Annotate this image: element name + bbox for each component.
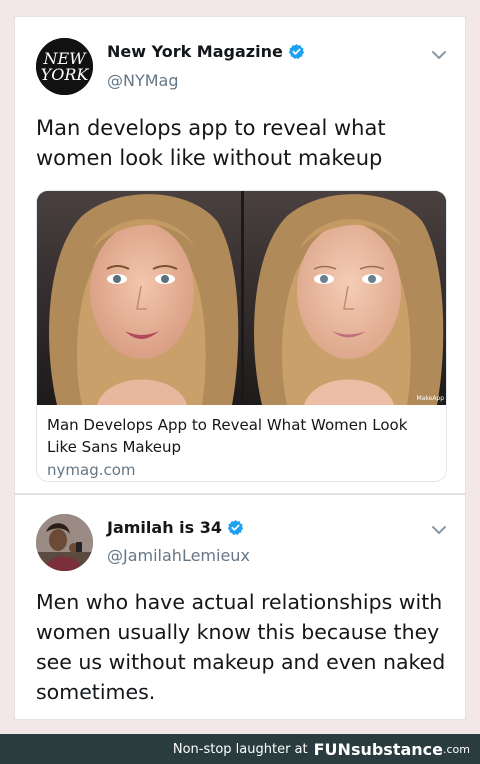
handle[interactable]: @NYMag <box>107 71 179 90</box>
avatar-nymag[interactable]: NEW YORK <box>36 38 93 95</box>
side-by-side-portrait-image <box>37 191 446 405</box>
link-domain[interactable]: nymag.com <box>47 461 136 479</box>
footer-brand-substance: substance <box>350 739 443 759</box>
footer-brand-tld: .com <box>443 742 470 756</box>
tweet-text: Man develops app to reveal what women lo… <box>36 116 386 170</box>
link-preview-card[interactable]: MakeApp Man Develops App to Reveal What … <box>36 190 447 482</box>
avatar-jamilah[interactable] <box>36 514 93 571</box>
tweet-card-nymag[interactable]: NEW YORK New York Magazine @NYMag Man de… <box>14 16 466 494</box>
verified-badge-icon <box>288 44 304 59</box>
footer-brand-fun: FUN <box>313 739 351 759</box>
display-name[interactable]: New York Magazine <box>107 42 283 61</box>
avatar-text-line2: YORK <box>41 65 90 84</box>
footer-watermark-bar: Non-stop laughter at FUN substance .com <box>0 734 480 764</box>
nymag-logo-icon: NEW YORK <box>36 38 93 95</box>
tweet-text: Men who have actual relationships with w… <box>36 590 446 704</box>
user-photo-icon <box>36 514 93 571</box>
author-row: Jamilah is 34 <box>107 518 244 537</box>
verified-badge-icon <box>227 520 244 535</box>
image-watermark: MakeApp <box>416 395 444 402</box>
tweet-card-jamilah[interactable]: Jamilah is 34 @JamilahLemieux Men who ha… <box>14 494 466 720</box>
footer-caption: Non-stop laughter at <box>172 741 308 757</box>
display-name[interactable]: Jamilah is 34 <box>107 518 222 537</box>
preview-image[interactable]: MakeApp <box>37 191 446 405</box>
chevron-down-icon[interactable] <box>431 525 447 535</box>
link-title[interactable]: Man Develops App to Reveal What Women Lo… <box>47 414 437 458</box>
chevron-down-icon[interactable] <box>431 50 447 60</box>
author-row: New York Magazine <box>107 42 305 61</box>
handle[interactable]: @JamilahLemieux <box>107 546 250 565</box>
